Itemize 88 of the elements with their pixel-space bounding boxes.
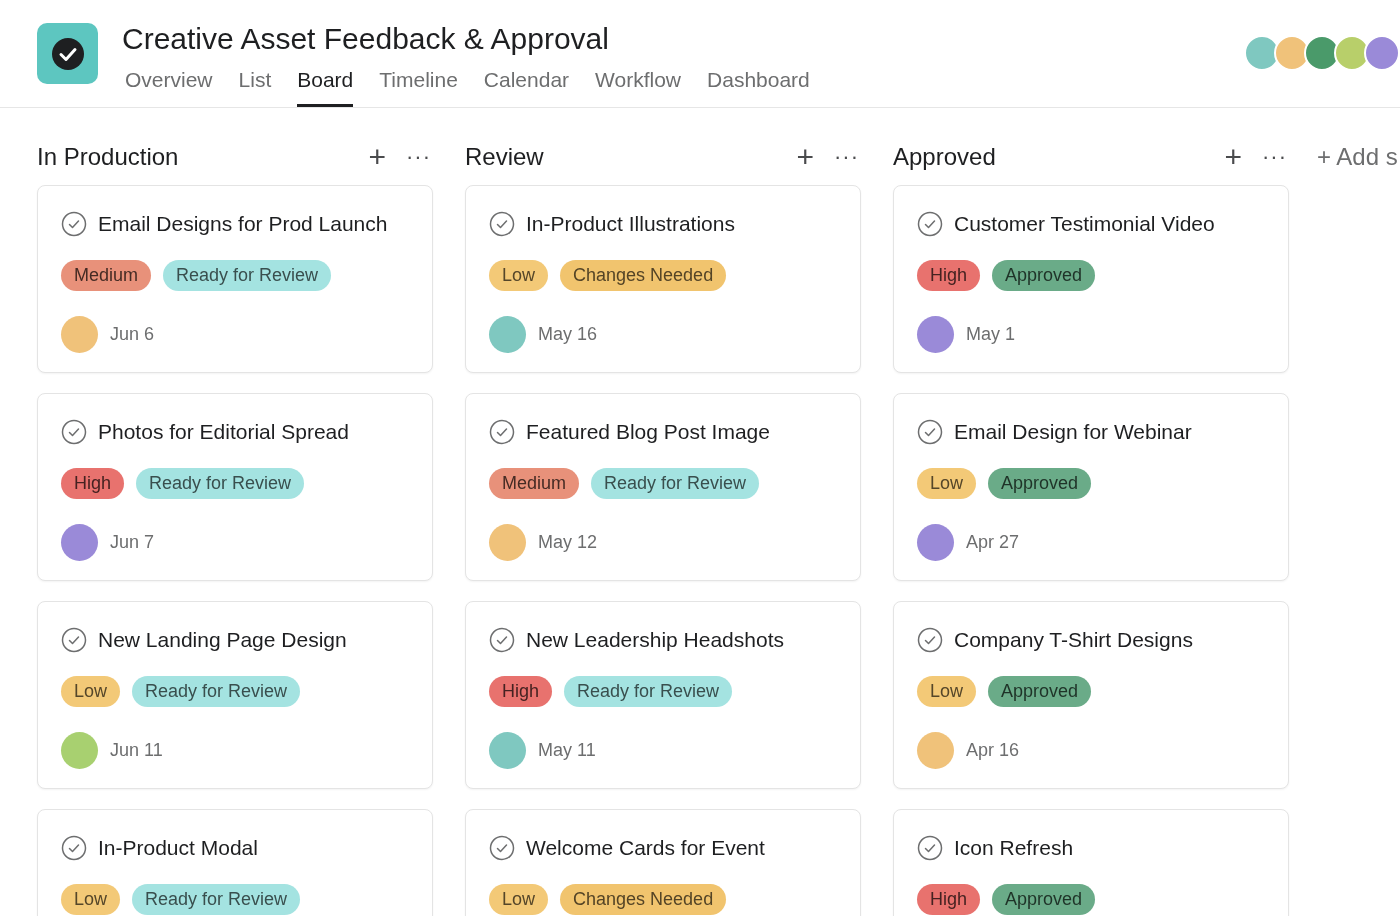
add-task-button[interactable]: + <box>792 142 818 172</box>
tag: Approved <box>988 467 1092 499</box>
tag: Low <box>61 883 121 915</box>
project-title: Creative Asset Feedback & Approval <box>122 22 610 56</box>
task-card[interactable]: In-Product Modal Low Ready for Review <box>37 809 433 916</box>
check-circle-icon[interactable] <box>61 626 87 653</box>
task-card[interactable]: Email Designs for Prod Launch Medium Ready for Review Jun 6 <box>37 185 433 373</box>
task-card[interactable]: New Leadership Headshots High Ready for Review May 11 <box>465 601 861 789</box>
tag: Ready for Review <box>163 259 332 291</box>
task-card[interactable]: Email Design for Webinar Low Approved Apr 27 <box>893 393 1289 581</box>
tag: Ready for Review <box>564 675 733 707</box>
tag: High <box>489 675 553 707</box>
check-circle-icon[interactable] <box>917 418 943 445</box>
more-options-button[interactable]: ··· <box>406 142 431 172</box>
due-date: Jun 7 <box>110 530 155 554</box>
tag: Low <box>489 883 549 915</box>
check-circle-icon[interactable] <box>61 418 87 445</box>
view-tab[interactable]: Dashboard <box>707 64 810 107</box>
column-title: Approved <box>893 142 996 172</box>
task-title: Email Design for Webinar <box>954 419 1192 445</box>
due-date: Apr 27 <box>966 530 1020 554</box>
task-title: Welcome Cards for Event <box>526 835 765 861</box>
column-title: In Production <box>37 142 179 172</box>
task-title: In-Product Modal <box>98 835 258 861</box>
tag: Low <box>917 675 977 707</box>
task-title: In-Product Illustrations <box>526 211 735 237</box>
task-card[interactable]: Customer Testimonial Video High Approved May 1 <box>893 185 1289 373</box>
task-title: Customer Testimonial Video <box>954 211 1215 237</box>
add-section-button[interactable]: + Add s <box>1317 142 1398 172</box>
check-circle-icon[interactable] <box>489 626 515 653</box>
tag: Ready for Review <box>136 467 305 499</box>
task-card[interactable]: Company T-Shirt Designs Low Approved Apr 16 <box>893 601 1289 789</box>
task-title: Email Designs for Prod Launch <box>98 211 388 237</box>
due-date: Jun 11 <box>110 738 163 762</box>
column-title: Review <box>465 142 544 172</box>
tag: Low <box>917 467 977 499</box>
check-circle-icon[interactable] <box>917 626 943 653</box>
task-card[interactable]: Icon Refresh High Approved <box>893 809 1289 916</box>
tag: Low <box>61 675 121 707</box>
view-tab[interactable]: Timeline <box>379 64 458 107</box>
view-tab[interactable]: Calendar <box>483 64 570 107</box>
task-title: Icon Refresh <box>954 835 1074 861</box>
view-tab[interactable]: Workflow <box>595 64 682 107</box>
task-title: Featured Blog Post Image <box>526 419 770 445</box>
tag: Ready for Review <box>591 467 760 499</box>
check-circle-icon[interactable] <box>61 834 87 861</box>
check-circle-icon[interactable] <box>489 834 515 861</box>
due-date: Apr 16 <box>966 738 1020 762</box>
tag: Low <box>489 259 549 291</box>
check-circle-icon[interactable] <box>61 210 87 237</box>
task-card[interactable]: In-Product Illustrations Low Changes Needed May 16 <box>465 185 861 373</box>
view-tab[interactable]: List <box>238 64 272 107</box>
tag: High <box>917 259 981 291</box>
task-title: New Landing Page Design <box>98 627 347 653</box>
due-date: May 11 <box>538 738 596 762</box>
check-circle-icon[interactable] <box>917 210 943 237</box>
tag: High <box>917 883 981 915</box>
checkmark-icon <box>50 36 85 71</box>
task-title: Company T-Shirt Designs <box>954 627 1193 653</box>
task-card[interactable]: Welcome Cards for Event Low Changes Needed <box>465 809 861 916</box>
due-date: May 1 <box>966 322 1016 346</box>
task-card[interactable]: Featured Blog Post Image Medium Ready for Review May 12 <box>465 393 861 581</box>
task-card[interactable]: Photos for Editorial Spread High Ready for Review Jun 7 <box>37 393 433 581</box>
more-options-button[interactable]: ··· <box>834 142 859 172</box>
tag: Approved <box>988 675 1092 707</box>
due-date: May 16 <box>538 322 598 346</box>
tag: High <box>61 467 125 499</box>
view-tab[interactable]: Overview <box>125 64 213 107</box>
tag: Changes Needed <box>560 883 727 915</box>
due-date: May 12 <box>538 530 598 554</box>
add-task-button[interactable]: + <box>364 142 390 172</box>
tag: Medium <box>489 467 580 499</box>
more-options-button[interactable]: ··· <box>1262 142 1287 172</box>
tag: Medium <box>61 259 152 291</box>
due-date: Jun 6 <box>110 322 155 346</box>
check-circle-icon[interactable] <box>489 210 515 237</box>
tag: Ready for Review <box>132 675 301 707</box>
tag: Changes Needed <box>560 259 727 291</box>
tag: Ready for Review <box>132 883 301 915</box>
view-tab[interactable]: Board <box>297 64 354 107</box>
add-task-button[interactable]: + <box>1220 142 1246 172</box>
check-circle-icon[interactable] <box>489 418 515 445</box>
tag: Approved <box>992 883 1096 915</box>
tag: Approved <box>992 259 1096 291</box>
task-title: New Leadership Headshots <box>526 627 784 653</box>
check-circle-icon[interactable] <box>917 834 943 861</box>
task-card[interactable]: New Landing Page Design Low Ready for Review Jun 11 <box>37 601 433 789</box>
task-title: Photos for Editorial Spread <box>98 419 349 445</box>
